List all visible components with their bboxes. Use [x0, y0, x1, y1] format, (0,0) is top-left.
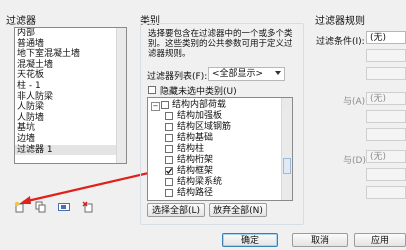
and1-dropdown[interactable]: (无)	[366, 92, 406, 105]
hide-unchecked-label: 隐藏未选中类别(U)	[160, 87, 237, 97]
category-tree-item[interactable]: 结构路径	[148, 188, 292, 199]
category-label: 结构加强板	[177, 111, 223, 121]
filters-panel-title: 过滤器	[6, 16, 36, 27]
category-checkbox[interactable]	[165, 156, 173, 164]
rule3-value-field[interactable]	[366, 186, 406, 199]
filter-list-item[interactable]: 普通墙	[15, 39, 126, 50]
filter-by-value: (无)	[370, 33, 387, 43]
rule2-operator-field[interactable]	[366, 110, 406, 123]
category-checkbox[interactable]	[165, 178, 173, 186]
filter-list-item[interactable]: 混凝土墙	[15, 60, 126, 71]
category-label: 结构路径	[177, 188, 214, 198]
hide-unchecked-checkbox[interactable]	[148, 86, 156, 94]
filter-list-item[interactable]: 人防墙	[15, 113, 126, 124]
category-tree-item[interactable]: 结构框架	[148, 166, 292, 177]
filter-list-item[interactable]: 天花板	[15, 70, 126, 81]
category-label: 结构区域钢筋	[177, 122, 232, 132]
rule1-operator-field[interactable]	[366, 49, 406, 62]
and2-dropdown[interactable]: (无)	[366, 150, 406, 163]
category-checkbox[interactable]	[165, 145, 173, 153]
categories-tree[interactable]: − 结构内部荷载 结构加强板 结构区域钢筋 结构基础 结构柱 结构桁架 结构框架 结构梁系统 结构…	[147, 97, 293, 201]
category-tree-item[interactable]: 结构区域钢筋	[148, 122, 292, 133]
category-label: 结构柱	[177, 144, 205, 154]
filter-list-item[interactable]: 人防梁	[15, 102, 126, 113]
rule1-value-field[interactable]	[366, 67, 406, 80]
category-checkbox[interactable]	[165, 167, 173, 175]
and1-label: 与(A):	[343, 97, 369, 107]
filter-list-item[interactable]: 地下室混凝土墙	[15, 49, 126, 60]
filter-list-item[interactable]: 柱 - 1	[15, 81, 126, 92]
filter-list-label: 过滤器列表(F):	[147, 72, 208, 82]
filter-list-item[interactable]: 基坑	[15, 123, 126, 134]
rule2-value-field[interactable]	[366, 128, 406, 141]
rule3-operator-field[interactable]	[366, 168, 406, 181]
category-tree-item[interactable]: 结构加强板	[148, 111, 292, 122]
apply-button[interactable]: 应用	[354, 233, 406, 247]
and2-value: (无)	[370, 152, 387, 162]
category-checkbox[interactable]	[165, 134, 173, 142]
cancel-button[interactable]: 取消	[292, 233, 348, 247]
category-tree-item[interactable]: 结构梁系统	[148, 177, 292, 188]
category-checkbox[interactable]	[165, 123, 173, 131]
filter-by-dropdown[interactable]: (无)	[366, 31, 406, 44]
filter-list-item[interactable]: 非人防梁	[15, 92, 126, 103]
category-label: 结构桁架	[177, 155, 214, 165]
chevron-down-icon	[275, 71, 281, 75]
filter-by-label: 过滤条件(I):	[316, 37, 365, 47]
category-label: 结构基础	[177, 133, 214, 143]
ok-button[interactable]: 确定	[222, 233, 278, 247]
category-tree-item[interactable]: 结构基础	[148, 133, 292, 144]
category-checkbox[interactable]	[165, 112, 173, 120]
category-label: 结构框架	[177, 166, 214, 176]
deselect-all-button[interactable]: 放弃全部(N)	[209, 203, 267, 217]
category-label: 结构内部荷载	[172, 100, 227, 110]
collapse-icon[interactable]: −	[151, 102, 160, 111]
category-label: 结构梁系统	[177, 177, 223, 187]
filter-list-dropdown[interactable]: <全部显示>	[208, 67, 285, 81]
category-tree-item[interactable]: − 结构内部荷载	[148, 100, 292, 111]
category-checkbox[interactable]	[161, 101, 169, 109]
filters-list[interactable]: 内部 普通墙 地下室混凝土墙 混凝土墙 天花板柱 - 1 非人防梁 人防梁 人防墙 基坑 边墙 过滤…	[14, 27, 127, 164]
category-checkbox[interactable]	[165, 189, 173, 197]
categories-description: 选择要包含在过滤器中的一个或多个类别。这些类别的公共参数可用于定义过滤器规则。	[148, 29, 293, 59]
filters-list-scrollbar[interactable]	[116, 28, 126, 163]
and1-value: (无)	[370, 94, 387, 104]
filter-list-item[interactable]: 内部	[15, 28, 126, 39]
category-tree-item[interactable]: 结构柱	[148, 144, 292, 155]
select-all-button[interactable]: 选择全部(L)	[147, 203, 205, 217]
category-tree-item[interactable]: 结构桁架	[148, 155, 292, 166]
filter-list-item[interactable]: 边墙	[15, 134, 126, 145]
rules-panel-title: 过滤器规则	[315, 16, 365, 27]
filter-list-value: <全部显示>	[212, 69, 264, 79]
